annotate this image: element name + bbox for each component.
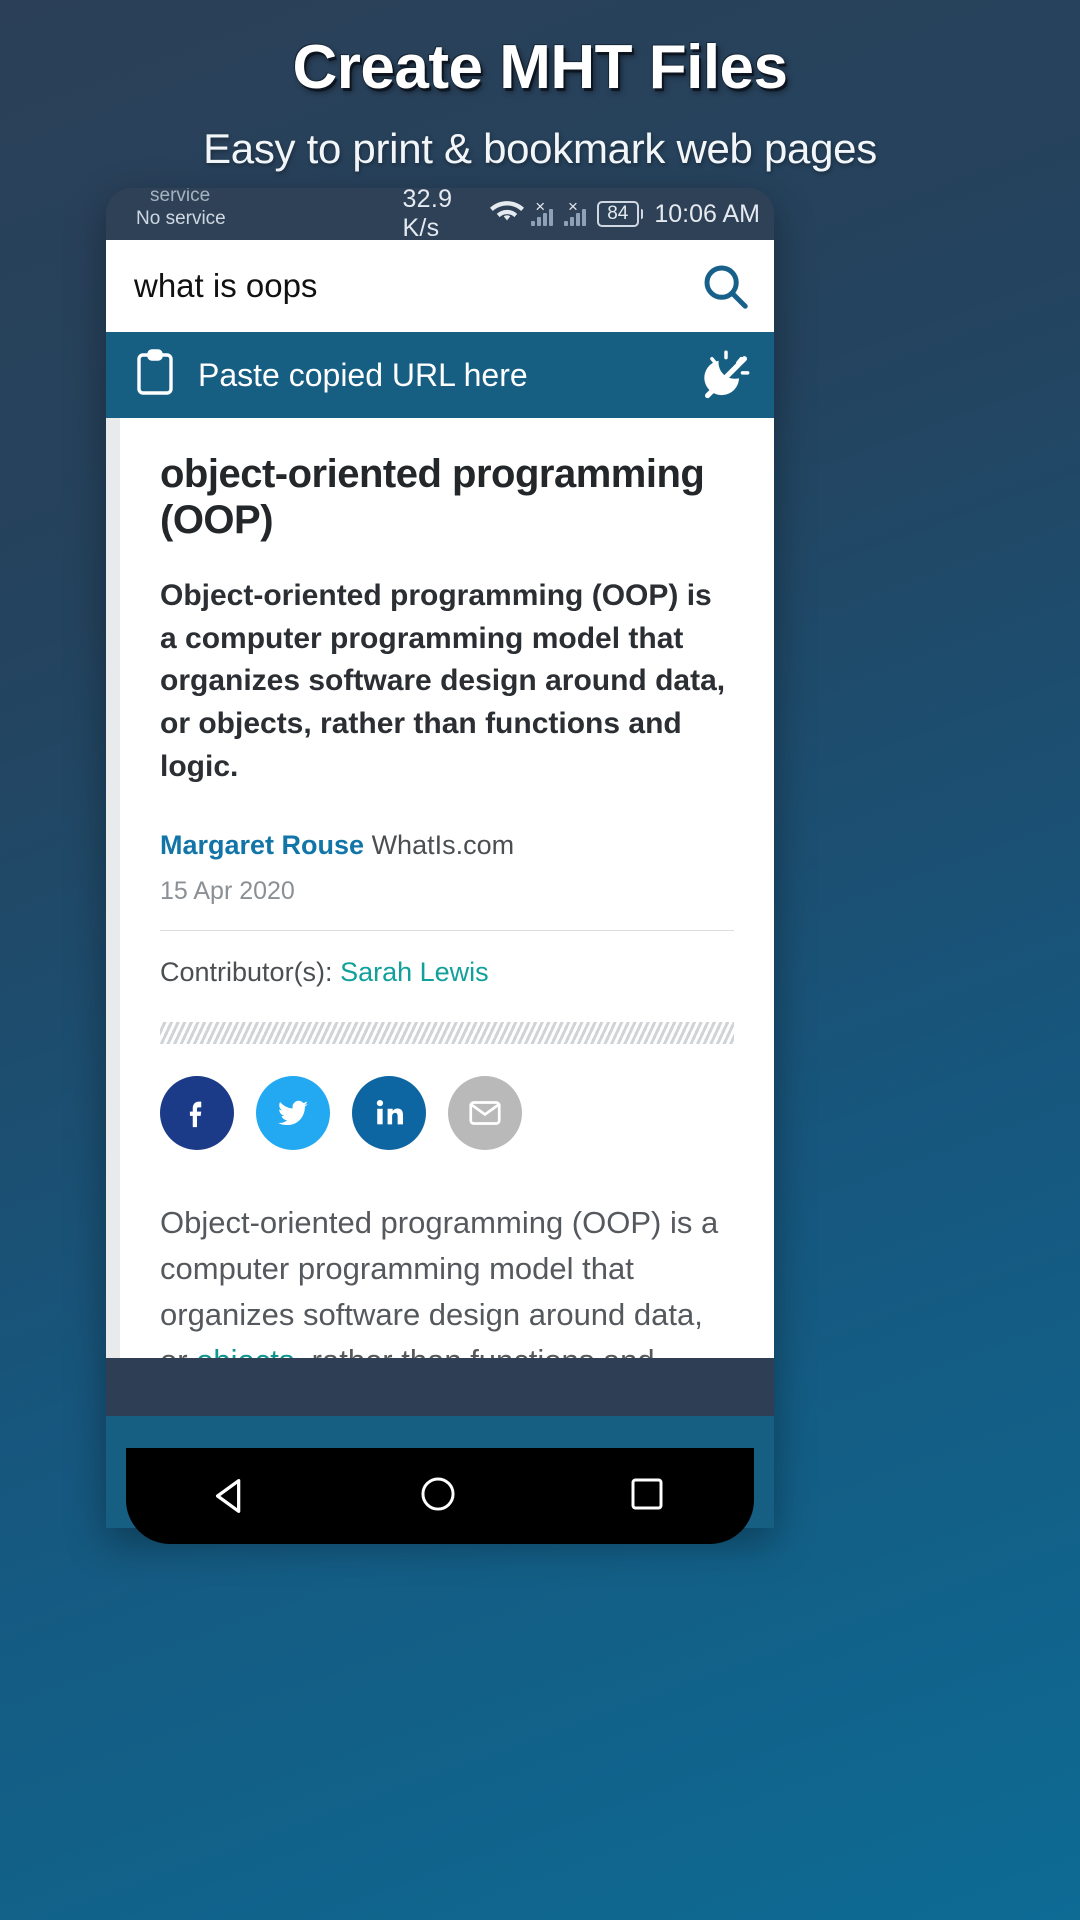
status-icons: 32.9 K/s × × 84 10:06 AM — [402, 188, 760, 243]
clock-label: 10:06 AM — [654, 199, 760, 228]
article-title: object-oriented programming (OOP) — [160, 452, 705, 542]
divider — [160, 930, 734, 932]
page-title: Create MHT Files — [292, 33, 788, 102]
contributor-link[interactable]: Sarah Lewis — [340, 957, 489, 987]
android-recents-button[interactable] — [626, 1473, 672, 1519]
article-date: 15 Apr 2020 — [160, 877, 295, 906]
author-link[interactable]: Margaret Rouse — [160, 830, 364, 860]
night-mode-icon[interactable] — [700, 349, 752, 401]
contributor-row: Contributor(s): Sarah Lewis — [160, 957, 734, 988]
wifi-icon — [490, 198, 525, 231]
linkedin-share-button[interactable] — [352, 1076, 426, 1151]
article-lead: Object-oriented programming (OOP) is a c… — [160, 579, 726, 783]
article-byline: Margaret Rouse WhatIs.com — [160, 830, 734, 861]
article-body-part1: Object-oriented programming (OOP) is a c… — [160, 1205, 719, 1358]
status-bar: service No service 32.9 K/s × × 84 10:06… — [106, 188, 774, 243]
contributor-label: Contributor(s): — [160, 957, 333, 988]
signal-bars-secondary-icon: × — [564, 197, 590, 226]
objects-link[interactable]: objects — [196, 1343, 294, 1358]
hatched-placeholder — [160, 1022, 734, 1045]
signal-bars-icon: × — [531, 197, 557, 226]
android-navigation-bar — [126, 1448, 754, 1544]
web-content-view[interactable]: object-oriented programming (OOP) Object… — [106, 418, 774, 1358]
android-back-button[interactable] — [208, 1473, 254, 1519]
email-share-button[interactable] — [448, 1076, 522, 1151]
search-bar[interactable] — [106, 240, 774, 332]
battery-tip-icon — [640, 209, 644, 219]
paste-url-label: Paste copied URL here — [198, 356, 528, 393]
promo-banner: Create MHT Files Easy to print & bookmar… — [0, 0, 1080, 200]
article-body: Object-oriented programming (OOP) is a c… — [160, 1200, 734, 1358]
article: object-oriented programming (OOP) Object… — [120, 418, 774, 1358]
battery-indicator: 84 — [596, 201, 639, 227]
clipboard-icon — [134, 348, 176, 402]
publication-label: WhatIs.com — [371, 830, 515, 861]
page-subtitle: Easy to print & bookmark web pages — [203, 125, 877, 172]
carrier-ghost-label: service — [150, 188, 211, 206]
carrier-label: No service — [136, 208, 226, 229]
social-share-row — [160, 1076, 734, 1151]
android-home-button[interactable] — [417, 1473, 463, 1519]
twitter-share-button[interactable] — [256, 1076, 330, 1151]
carrier-status: service No service — [120, 188, 402, 240]
search-icon[interactable] — [698, 259, 752, 313]
search-input[interactable] — [134, 267, 698, 305]
phone-mockup: service No service 32.9 K/s × × 84 10:06… — [106, 188, 774, 1528]
network-speed-label: 32.9 K/s — [402, 188, 453, 242]
paste-url-bar[interactable]: Paste copied URL here — [106, 332, 774, 418]
facebook-share-button[interactable] — [160, 1076, 234, 1151]
